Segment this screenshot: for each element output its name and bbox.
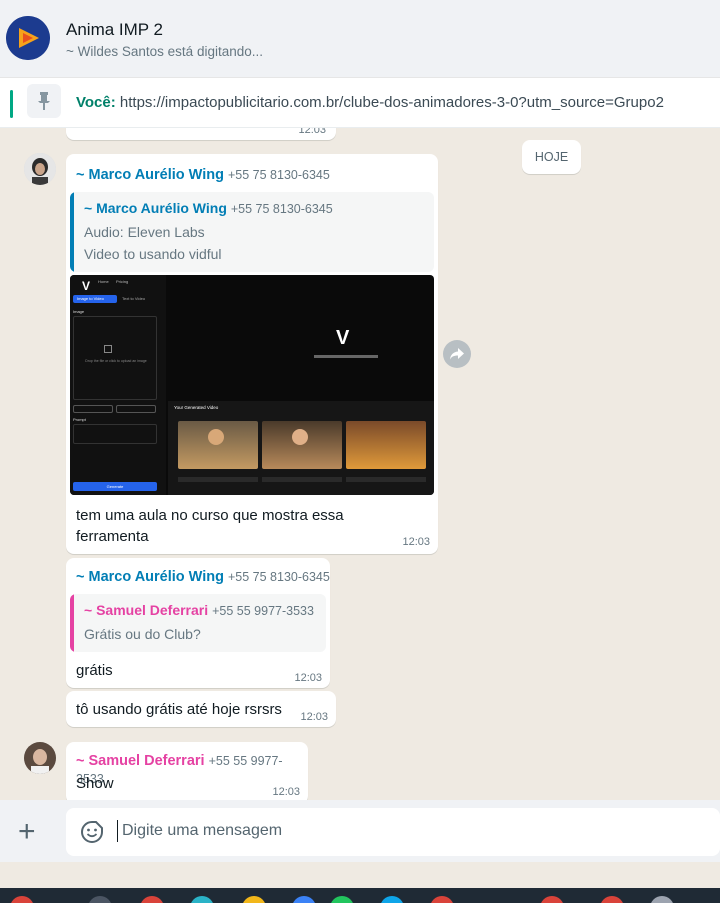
previous-message-bubble[interactable]: 12:03 xyxy=(66,128,336,140)
message-bubble[interactable]: tô usando grátis até hoje rsrsrs 12:03 xyxy=(66,691,336,727)
quote-bar xyxy=(70,594,74,652)
message-time: 12:03 xyxy=(298,128,326,136)
quote-phone: +55 75 8130-6345 xyxy=(230,202,333,216)
sender-name[interactable]: ~ Marco Aurélio Wing xyxy=(76,167,224,183)
message-placeholder: Digite uma mensagem xyxy=(122,822,283,839)
video-thumbnail xyxy=(262,421,342,469)
avatar[interactable] xyxy=(24,742,56,774)
message-header: ~ Marco Aurélio Wing +55 75 8130-6345 xyxy=(76,568,330,586)
screenshot-button xyxy=(73,405,113,413)
pinned-message-text[interactable]: Você: https://impactopublicitario.com.br… xyxy=(76,94,664,111)
message-bubble[interactable]: ~ Samuel Deferrari +55 55 9977-3533 Show … xyxy=(66,742,308,800)
group-avatar-icon[interactable] xyxy=(6,16,50,60)
quote-line: Audio: Eleven Labs xyxy=(84,224,205,240)
sender-name[interactable]: ~ Marco Aurélio Wing xyxy=(76,569,224,585)
text-caret xyxy=(117,820,118,842)
prompt-box xyxy=(73,424,157,444)
screenshot-nav: Pricing xyxy=(116,279,129,284)
screenshot-label: Prompt xyxy=(73,417,86,422)
panel-title: Your Generated Video xyxy=(174,405,219,410)
screenshot-nav: Home xyxy=(98,279,109,284)
message-header: ~ Marco Aurélio Wing +55 75 8130-6345 xyxy=(76,166,330,184)
message-bubble[interactable]: ~ Marco Aurélio Wing +55 75 8130-6345 ~ S… xyxy=(66,558,330,688)
quoted-message[interactable]: ~ Marco Aurélio Wing +55 75 8130-6345 Aud… xyxy=(70,192,434,272)
quote-sender: ~ Marco Aurélio Wing xyxy=(84,200,227,216)
pinned-sender: Você: xyxy=(76,94,116,111)
quote-line: Grátis ou do Club? xyxy=(84,626,201,642)
message-text: tem uma aula no curso que mostra essa fe… xyxy=(76,507,344,545)
upload-hint: Drop the file or click to upload an imag… xyxy=(85,359,147,363)
pinned-accent xyxy=(10,90,13,118)
screenshot-button xyxy=(116,405,156,413)
pinned-link[interactable]: https://impactopublicitario.com.br/clube… xyxy=(120,94,664,111)
message-time: 12:03 xyxy=(272,786,300,798)
message-time: 12:03 xyxy=(402,536,430,548)
message-text: tô usando grátis até hoje rsrsrs xyxy=(76,701,282,718)
screenshot-label: Image xyxy=(73,309,85,314)
chat-title: Anima IMP 2 xyxy=(66,20,164,39)
typing-status: ~ Wildes Santos está digitando... xyxy=(66,44,263,59)
chat-area[interactable]: 12:03 HOJE ~ Marco Aurélio Wing +55 75 81… xyxy=(0,128,720,800)
image-icon xyxy=(104,345,112,353)
image-attachment[interactable]: V Image to Video Text to Video Image Dro… xyxy=(70,275,434,495)
screenshot-tab: Text to Video xyxy=(122,296,146,301)
logo-caption xyxy=(314,355,378,358)
message-text: Show xyxy=(76,775,114,792)
chat-header[interactable]: Anima IMP 2 ~ Wildes Santos está digitan… xyxy=(0,0,720,78)
pin-icon[interactable] xyxy=(27,84,61,118)
sender-phone: +55 75 8130-6345 xyxy=(227,168,330,182)
quote-phone: +55 55 9977-3533 xyxy=(212,604,314,618)
date-chip: HOJE xyxy=(522,140,581,174)
quote-sender: ~ Samuel Deferrari xyxy=(84,602,209,618)
sender-phone: +55 75 8130-6345 xyxy=(227,570,330,584)
message-bubble[interactable]: ~ Marco Aurélio Wing +55 75 8130-6345 ~ M… xyxy=(66,154,438,554)
message-time: 12:03 xyxy=(300,711,328,723)
quote-line: Video to usando vidful xyxy=(84,246,222,262)
quote-bar xyxy=(70,192,74,272)
forward-icon[interactable] xyxy=(443,340,471,368)
quoted-message[interactable]: ~ Samuel Deferrari +55 55 9977-3533 Gráti… xyxy=(70,594,326,652)
screenshot-tab: Image to Video xyxy=(73,295,117,303)
app-logo: V xyxy=(82,279,91,293)
generated-panel: Your Generated Video xyxy=(168,401,434,495)
avatar[interactable] xyxy=(24,153,56,185)
emoji-icon[interactable] xyxy=(80,820,104,849)
upload-box: Drop the file or click to upload an imag… xyxy=(73,316,157,400)
app-logo-large: V xyxy=(336,327,350,349)
sender-name[interactable]: ~ Samuel Deferrari xyxy=(76,753,205,769)
generate-button: Generate xyxy=(73,482,157,491)
screenshot-sidebar: V Image to Video Text to Video Image Dro… xyxy=(70,275,166,495)
video-thumbnail xyxy=(178,421,258,469)
message-time: 12:03 xyxy=(294,672,322,684)
plus-icon[interactable]: + xyxy=(18,817,36,847)
video-thumbnail xyxy=(346,421,426,469)
message-text: grátis xyxy=(76,662,113,679)
